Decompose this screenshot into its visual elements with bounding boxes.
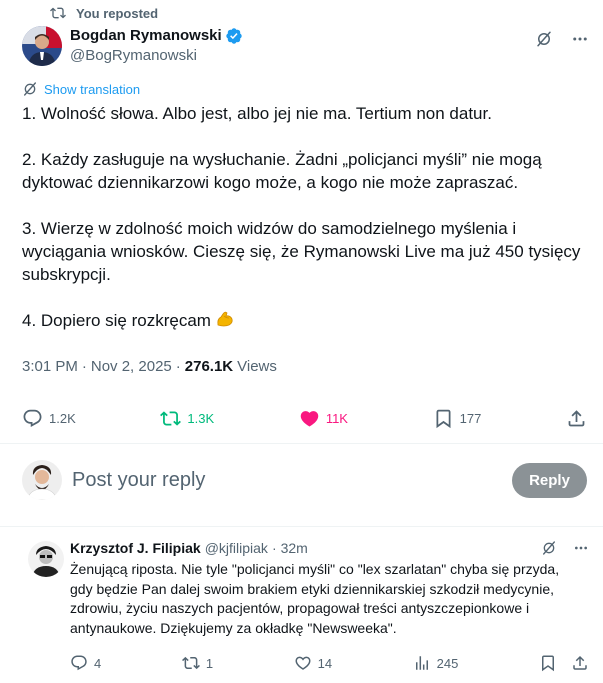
show-translation-label: Show translation [44, 81, 141, 97]
reply-icon [71, 655, 87, 671]
repost-indicator: You reposted [50, 4, 158, 22]
comment-repost-count: 1 [205, 655, 214, 671]
tweet-paragraph-4: 4. Dopiero się rozkręcam [22, 311, 211, 330]
reply-submit-button[interactable]: Reply [512, 462, 587, 498]
tweet-time[interactable]: 3:01 PM [22, 358, 78, 375]
bookmark-icon [436, 409, 451, 428]
commenter-name[interactable]: Krzysztof J. Filipiak [70, 537, 201, 559]
repost-button[interactable]: 1.3K [160, 408, 214, 429]
flexed-biceps-emoji-icon [215, 309, 235, 335]
like-button[interactable]: 11K [299, 408, 348, 429]
more-options-icon[interactable] [573, 540, 589, 556]
verified-badge-icon [226, 28, 242, 44]
bookmark-icon[interactable] [539, 654, 557, 672]
comment-like-button[interactable]: 14 [294, 654, 332, 672]
views-label: Views [237, 358, 277, 375]
comment-views-button[interactable]: 245 [413, 654, 459, 672]
author-name[interactable]: Bogdan Rymanowski [70, 27, 222, 45]
reply-count: 1.2K [49, 410, 76, 426]
author-avatar[interactable] [22, 26, 62, 66]
reply-composer: Post your reply Reply [22, 459, 587, 501]
divider [0, 526, 603, 527]
share-icon[interactable] [571, 654, 589, 672]
comment-like-count: 14 [317, 655, 333, 671]
views-count: 276.1K [184, 358, 234, 375]
like-count: 11K [325, 410, 348, 426]
reply-icon [23, 409, 42, 427]
views-chart-icon [415, 656, 428, 670]
comment-repost-button[interactable]: 1 [181, 654, 214, 672]
bookmark-count: 177 [459, 410, 482, 426]
comment-actions: 4 1 14 245 [70, 654, 589, 672]
meta-separator: · [81, 358, 87, 375]
divider [0, 443, 603, 444]
heart-filled-icon [300, 410, 319, 427]
meta-separator: · [175, 358, 181, 375]
heart-icon [295, 656, 311, 670]
commenter-handle[interactable]: @kjfilipiak [205, 537, 268, 559]
grok-icon[interactable] [535, 30, 553, 48]
share-icon [568, 409, 585, 426]
reply-input[interactable]: Post your reply [72, 469, 205, 492]
show-translation-link[interactable]: Show translation [22, 81, 140, 97]
translate-icon [24, 82, 36, 96]
tweet-actions: 1.2K 1.3K 11K 177 [22, 404, 587, 432]
bookmark-button[interactable]: 177 [433, 408, 482, 429]
repost-label: You reposted [76, 5, 159, 21]
tweet-paragraph-1: 1. Wolność słowa. Albo jest, albo jej ni… [22, 104, 492, 123]
tweet-paragraph-4-wrapper: 4. Dopiero się rozkręcam [22, 309, 582, 335]
repost-count: 1.3K [187, 410, 215, 426]
user-avatar[interactable] [22, 460, 62, 500]
repost-icon [50, 7, 66, 19]
tweet-date[interactable]: Nov 2, 2025 [91, 358, 172, 375]
tweet-meta: 3:01 PM · Nov 2, 2025 · 276.1K Views [22, 358, 277, 375]
author-handle[interactable]: @BogRymanowski [70, 46, 243, 65]
tweet-paragraph-2: 2. Każdy zasługuje na wysłuchanie. Żadni… [22, 150, 542, 192]
comment-time[interactable]: 32m [281, 537, 308, 559]
comment-reply-count: 4 [94, 655, 102, 671]
comment-separator: · [271, 540, 277, 556]
share-button[interactable] [566, 408, 587, 429]
reply-button[interactable]: 1.2K [22, 408, 76, 429]
comment-reply-button[interactable]: 4 [70, 654, 101, 672]
grok-icon[interactable] [541, 540, 557, 556]
comment-text: Żenującą riposta. Nie tyle "policjanci m… [70, 561, 560, 636]
tweet-text: 1. Wolność słowa. Albo jest, albo jej ni… [22, 102, 582, 335]
comment-views-count: 245 [436, 655, 459, 671]
commenter-avatar[interactable] [28, 541, 64, 577]
tweet-header: Bogdan Rymanowski @BogRymanowski [22, 26, 589, 66]
comment-bookmark-button[interactable] [539, 654, 589, 672]
more-options-icon[interactable] [571, 30, 589, 48]
repost-action-icon [160, 410, 182, 426]
tweet-paragraph-3: 3. Wierzę w zdolność moich widzów do sam… [22, 219, 581, 284]
repost-icon [181, 656, 200, 670]
